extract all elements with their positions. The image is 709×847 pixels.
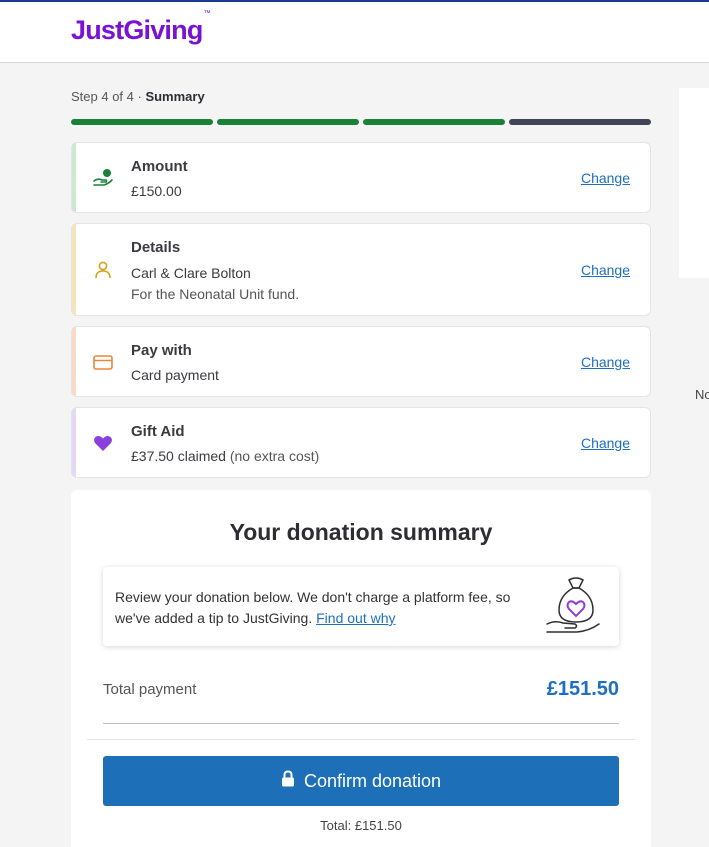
hand-coin-icon [92, 167, 114, 189]
total-payment-value: £151.50 [546, 678, 619, 700]
progress-segment-3 [363, 119, 505, 125]
person-icon [92, 259, 114, 281]
top-header: JustGiving™ [0, 0, 709, 63]
progress-segment-2 [217, 119, 359, 125]
payment-section: Pay with Card payment Change [71, 326, 651, 397]
change-details-link[interactable]: Change [581, 262, 630, 278]
payment-method: Card payment [131, 367, 219, 383]
amount-accent-stripe [72, 143, 76, 212]
progress-bar [71, 119, 651, 125]
gift-aid-amount: £37.50 claimed [131, 448, 226, 464]
progress-segment-4 [509, 119, 651, 125]
payment-accent-stripe [72, 327, 76, 396]
heart-icon [92, 432, 114, 454]
lock-icon [281, 770, 295, 792]
money-bag-icon [545, 574, 607, 638]
step-current: Summary [145, 89, 205, 104]
details-accent-stripe [72, 224, 76, 315]
justgiving-logo[interactable]: JustGiving™ [71, 10, 211, 46]
confirm-donation-label: Confirm donation [303, 770, 442, 791]
details-message: For the Neonatal Unit fund. [131, 286, 300, 302]
donation-summary-panel: Your donation summary Review your donati… [71, 490, 651, 847]
progress-segment-1 [71, 119, 213, 125]
gift-aid-title: Gift Aid [131, 423, 185, 440]
change-amount-link[interactable]: Change [581, 170, 630, 186]
gift-aid-note: (no extra cost) [225, 448, 320, 464]
confirm-donation-button[interactable]: Confirm donation [103, 756, 619, 806]
payment-title: Pay with [131, 342, 192, 359]
total-payment-label: Total payment [103, 681, 197, 698]
gift-aid-section: Gift Aid £37.50 claimed (no extra cost) … [71, 407, 651, 478]
divider [103, 723, 619, 724]
step-prefix: Step 4 of 4 · [71, 89, 146, 104]
find-out-why-link[interactable]: Find out why [316, 610, 395, 626]
divider [87, 739, 635, 740]
change-gift-aid-link[interactable]: Change [581, 435, 630, 451]
step-indicator: Step 4 of 4 · Summary [71, 89, 205, 104]
card-icon [92, 351, 114, 373]
details-name: Carl & Clare Bolton [131, 265, 251, 281]
amount-title: Amount [131, 158, 188, 175]
amount-value: £150.00 [131, 183, 182, 199]
gift-aid-accent-stripe [72, 408, 76, 477]
amount-section: Amount £150.00 Change [71, 142, 651, 213]
review-text: Review your donation below. We don't cha… [115, 589, 511, 626]
details-section: Details Carl & Clare Bolton For the Neon… [71, 223, 651, 316]
side-panel [679, 88, 709, 278]
details-title: Details [131, 239, 181, 256]
side-panel-text: No [695, 387, 709, 402]
footer-total: Total: £151.50 [320, 818, 402, 833]
gift-aid-detail: £37.50 claimed (no extra cost) [131, 448, 319, 464]
change-payment-link[interactable]: Change [581, 354, 630, 370]
summary-heading: Your donation summary [229, 519, 493, 545]
review-notice: Review your donation below. We don't cha… [103, 567, 619, 646]
